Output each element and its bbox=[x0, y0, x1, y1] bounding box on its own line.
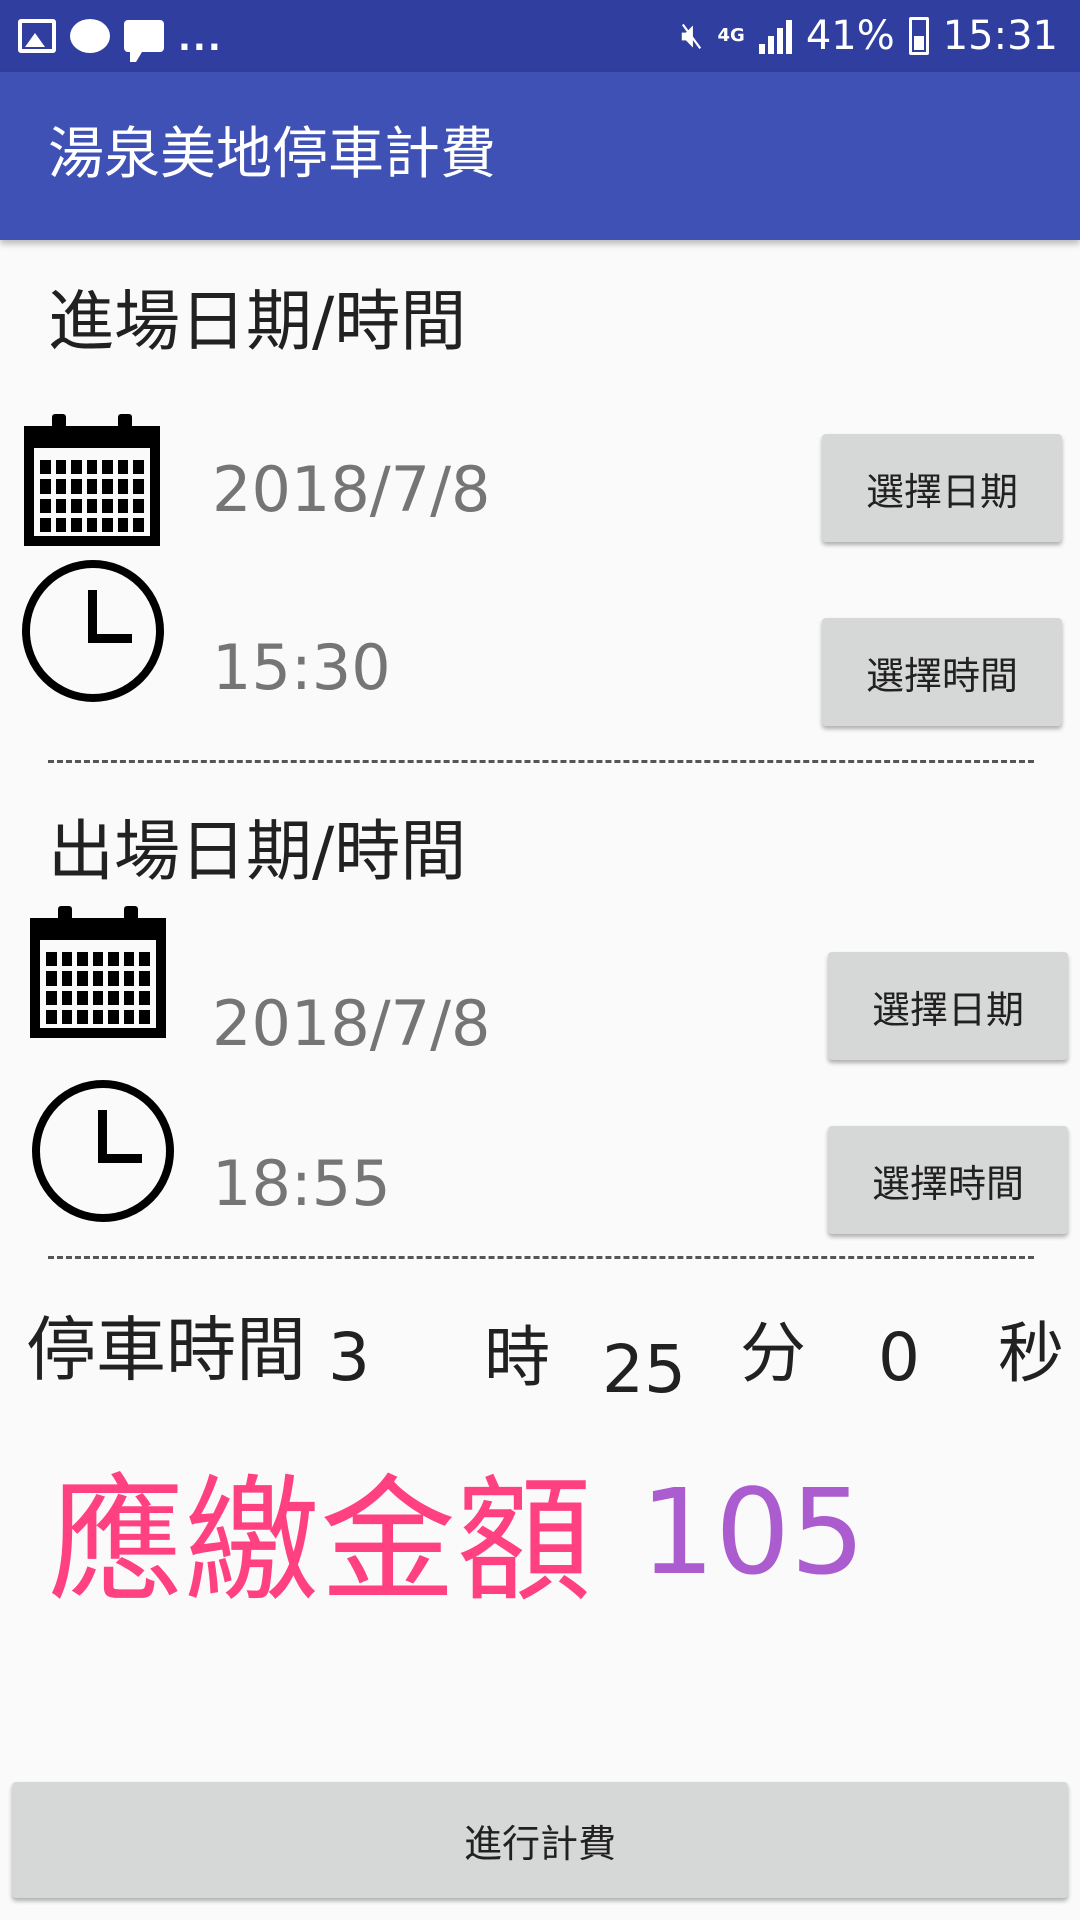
duration-label: 停車時間 bbox=[26, 1309, 306, 1391]
divider bbox=[48, 1256, 1034, 1259]
battery-icon bbox=[908, 17, 929, 55]
calendar-icon bbox=[24, 414, 160, 546]
exit-select-time-button[interactable]: 選擇時間 bbox=[828, 1126, 1068, 1234]
battery-percent: 41% bbox=[805, 13, 895, 59]
overflow-indicator: ... bbox=[178, 19, 223, 59]
hangouts-icon bbox=[70, 19, 110, 53]
duration-hours: 3 bbox=[328, 1319, 370, 1396]
calculate-fee-button[interactable]: 進行計費 bbox=[12, 1782, 1068, 1898]
clock-icon bbox=[32, 1080, 174, 1222]
minutes-unit: 分 bbox=[740, 1315, 806, 1392]
divider bbox=[48, 760, 1034, 763]
network-type: 4G bbox=[717, 25, 745, 46]
duration-seconds: 0 bbox=[878, 1319, 920, 1396]
fee-amount: 105 bbox=[640, 1463, 866, 1601]
entry-time-value: 15:30 bbox=[212, 631, 391, 704]
mute-icon: 🔇︎ bbox=[680, 15, 704, 56]
exit-select-date-button[interactable]: 選擇日期 bbox=[828, 952, 1068, 1060]
hours-unit: 時 bbox=[484, 1319, 550, 1396]
duration-minutes: 25 bbox=[602, 1331, 686, 1408]
clock-time: 15:31 bbox=[942, 13, 1058, 59]
entry-section-title: 進場日期/時間 bbox=[48, 283, 467, 360]
fee-label: 應繳金額 bbox=[48, 1463, 592, 1621]
entry-select-time-button[interactable]: 選擇時間 bbox=[822, 618, 1062, 726]
signal-icon bbox=[758, 18, 792, 54]
status-bar: ... 🔇︎ 4G 41% 15:31 bbox=[0, 0, 1080, 72]
image-icon bbox=[18, 19, 56, 53]
entry-date-value: 2018/7/8 bbox=[212, 453, 491, 526]
app-title: 湯泉美地停車計費 bbox=[48, 122, 496, 187]
system-indicators: 🔇︎ 4G 41% 15:31 bbox=[681, 8, 1058, 64]
clock-icon bbox=[22, 560, 164, 702]
app-toolbar: 湯泉美地停車計費 bbox=[0, 72, 1080, 240]
seconds-unit: 秒 bbox=[998, 1315, 1064, 1392]
entry-select-date-button[interactable]: 選擇日期 bbox=[822, 434, 1062, 542]
exit-date-value: 2018/7/8 bbox=[212, 987, 491, 1060]
calendar-icon bbox=[30, 906, 166, 1038]
notification-area: ... bbox=[18, 14, 223, 62]
exit-section-title: 出場日期/時間 bbox=[48, 813, 467, 890]
exit-time-value: 18:55 bbox=[212, 1147, 391, 1220]
message-icon bbox=[124, 20, 164, 62]
